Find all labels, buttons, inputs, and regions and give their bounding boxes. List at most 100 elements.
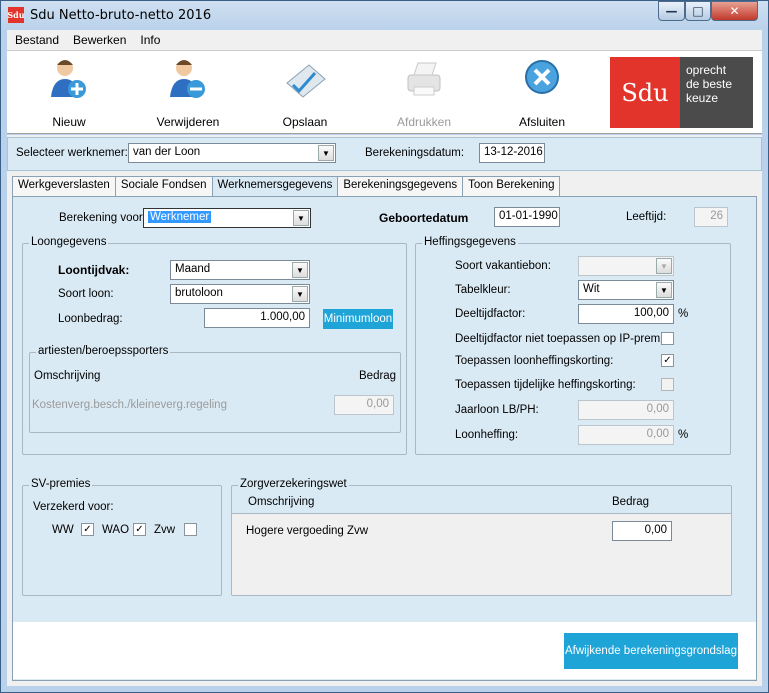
chevron-down-icon[interactable]: ▼ xyxy=(318,145,334,161)
ww-label: WW xyxy=(52,524,74,536)
tab-werkgeverslasten[interactable]: Werkgeverslasten xyxy=(12,176,116,196)
zorg-col-omschrijving: Omschrijving xyxy=(248,496,315,508)
soort-loon-label: Soort loon: xyxy=(58,288,114,300)
percent-sign-2: % xyxy=(678,429,689,441)
geboorte-label: Geboortedatum xyxy=(379,211,469,225)
tabelkleur-label: Tabelkleur: xyxy=(455,284,511,296)
percent-sign: % xyxy=(678,308,689,320)
save-document-icon xyxy=(283,57,327,101)
tab-bar: Werkgeverslasten Sociale Fondsen Werknem… xyxy=(12,176,561,197)
deeltijdfactor-field[interactable]: 100,00 xyxy=(578,304,674,324)
wao-label: WAO xyxy=(102,524,130,536)
zorgverzekeringswet-title: Zorgverzekeringswet xyxy=(238,478,349,490)
chevron-down-icon[interactable]: ▼ xyxy=(656,282,672,298)
loonheffingskorting-label: Toepassen loonheffingskorting: xyxy=(455,355,614,367)
berekening-value: Werknemer xyxy=(148,211,212,223)
chevron-down-icon[interactable]: ▼ xyxy=(293,210,309,226)
employee-label: Selecteer werknemer: xyxy=(16,147,128,159)
zvw-checkbox[interactable] xyxy=(184,523,197,536)
footer-area: Afwijkende berekeningsgrondslag xyxy=(13,622,756,679)
tagline-line-1: oprecht xyxy=(686,63,727,77)
artiesten-col-omschrijving: Omschrijving xyxy=(34,370,101,382)
jaarloon-field: 0,00 xyxy=(578,400,674,420)
heffingsgegevens-title: Heffingsgegevens xyxy=(422,236,518,248)
tijdvak-value: Maand xyxy=(175,263,211,275)
save-button[interactable]: Opslaan xyxy=(260,57,350,129)
loongegevens-group: Loongegevens Loontijdvak: Maand ▼ Soort … xyxy=(22,236,407,455)
menu-bewerken[interactable]: Bewerken xyxy=(73,33,126,47)
geboorte-field[interactable]: 01-01-1990 xyxy=(494,207,560,227)
chevron-down-icon: ▼ xyxy=(656,258,672,274)
vakantiebon-label: Soort vakantiebon: xyxy=(455,260,551,272)
employee-value: van der Loon xyxy=(133,146,201,158)
tijdvak-select[interactable]: Maand ▼ xyxy=(170,260,310,280)
print-button[interactable]: Afdrukken xyxy=(379,57,469,129)
menu-bestand[interactable]: Bestand xyxy=(15,33,59,47)
delete-label: Verwijderen xyxy=(156,115,220,129)
new-button[interactable]: Nieuw xyxy=(24,57,114,129)
sv-premies-group: SV-premies Verzekerd voor: WW ✓ WAO ✓ Zv… xyxy=(22,478,222,596)
add-user-icon xyxy=(47,57,91,101)
exit-button[interactable]: Afsluiten xyxy=(497,57,587,129)
hogere-vergoeding-field[interactable]: 0,00 xyxy=(612,521,672,541)
zorgverzekeringswet-group: Zorgverzekeringswet Omschrijving Bedrag … xyxy=(231,478,732,596)
tab-toon-berekening[interactable]: Toon Berekening xyxy=(462,176,561,196)
loonheffing-field: 0,00 xyxy=(578,425,674,445)
afwijkende-grondslag-button[interactable]: Afwijkende berekeningsgrondslag xyxy=(564,633,738,669)
loonbedrag-field[interactable]: 1.000,00 xyxy=(204,308,310,328)
employee-select[interactable]: van der Loon ▼ xyxy=(128,143,336,163)
leeftijd-field: 26 xyxy=(694,207,728,227)
chevron-down-icon[interactable]: ▼ xyxy=(292,262,308,278)
close-circle-icon xyxy=(520,57,564,101)
artiesten-col-bedrag: Bedrag xyxy=(359,370,397,382)
menu-info[interactable]: Info xyxy=(140,33,160,47)
loonheffingskorting-checkbox[interactable]: ✓ xyxy=(661,354,674,367)
kostenverg-label: Kostenverg.besch./kleineverg.regeling xyxy=(32,399,227,411)
loonbedrag-label: Loonbedrag: xyxy=(58,313,123,325)
printer-icon xyxy=(402,57,446,101)
wao-checkbox[interactable]: ✓ xyxy=(133,523,146,536)
jaarloon-label: Jaarloon LB/PH: xyxy=(455,404,539,416)
remove-user-icon xyxy=(166,57,210,101)
toolbar: Nieuw Verwijderen Opslaan Afdrukken Afsl… xyxy=(7,50,762,134)
chevron-down-icon[interactable]: ▼ xyxy=(292,286,308,302)
exit-label: Afsluiten xyxy=(518,115,566,129)
heffingsgegevens-group: Heffingsgegevens Soort vakantiebon: ▼ Ta… xyxy=(415,236,731,455)
niet-ip-label: Deeltijdfactor niet toepassen op IP-prem… xyxy=(455,333,670,345)
save-label: Opslaan xyxy=(282,115,328,129)
kostenverg-field: 0,00 xyxy=(334,395,394,415)
date-label: Berekeningsdatum: xyxy=(365,147,465,159)
tab-berekeningsgegevens[interactable]: Berekeningsgegevens xyxy=(337,176,464,196)
selection-bar: Selecteer werknemer: van der Loon ▼ Bere… xyxy=(7,137,762,171)
date-field[interactable]: 13-12-2016 xyxy=(479,143,545,163)
brand-logo: Sdu oprecht de beste keuze xyxy=(610,57,753,128)
tijdelijke-korting-checkbox xyxy=(661,378,674,391)
new-label: Nieuw xyxy=(52,115,86,129)
zvw-label: Zvw xyxy=(154,524,176,536)
tagline-line-2: de beste xyxy=(686,77,733,91)
vakantiebon-select: ▼ xyxy=(578,256,674,276)
delete-button[interactable]: Verwijderen xyxy=(143,57,233,129)
tab-sociale-fondsen[interactable]: Sociale Fondsen xyxy=(114,176,213,196)
tijdvak-label: Loontijdvak: xyxy=(58,263,130,277)
tab-content: Berekening voor: Werknemer ▼ Geboortedat… xyxy=(12,196,757,681)
sv-premies-title: SV-premies xyxy=(29,478,93,490)
sdu-logo: Sdu xyxy=(610,57,680,128)
tab-werknemersgegevens[interactable]: Werknemersgegevens xyxy=(211,176,339,197)
menu-bar: Bestand Bewerken Info xyxy=(7,30,762,50)
verzekerd-label: Verzekerd voor: xyxy=(33,501,114,513)
app-logo-icon: Sdu xyxy=(7,7,25,23)
niet-ip-checkbox[interactable] xyxy=(661,332,674,345)
loonheffing-label: Loonheffing: xyxy=(455,429,519,441)
berekening-label: Berekening voor: xyxy=(59,212,146,224)
berekening-select[interactable]: Werknemer ▼ xyxy=(143,208,311,228)
close-button[interactable]: ✕ xyxy=(711,1,758,21)
tagline-line-3: keuze xyxy=(686,91,719,105)
window-title: Sdu Netto-bruto-netto 2016 xyxy=(30,7,212,23)
maximize-button[interactable]: □ xyxy=(685,1,711,21)
tabelkleur-select[interactable]: Wit ▼ xyxy=(578,280,674,300)
minimumloon-button[interactable]: Minimumloon xyxy=(323,309,393,329)
ww-checkbox[interactable]: ✓ xyxy=(81,523,94,536)
soort-loon-select[interactable]: brutoloon ▼ xyxy=(170,284,310,304)
minimize-button[interactable]: — xyxy=(658,1,685,21)
